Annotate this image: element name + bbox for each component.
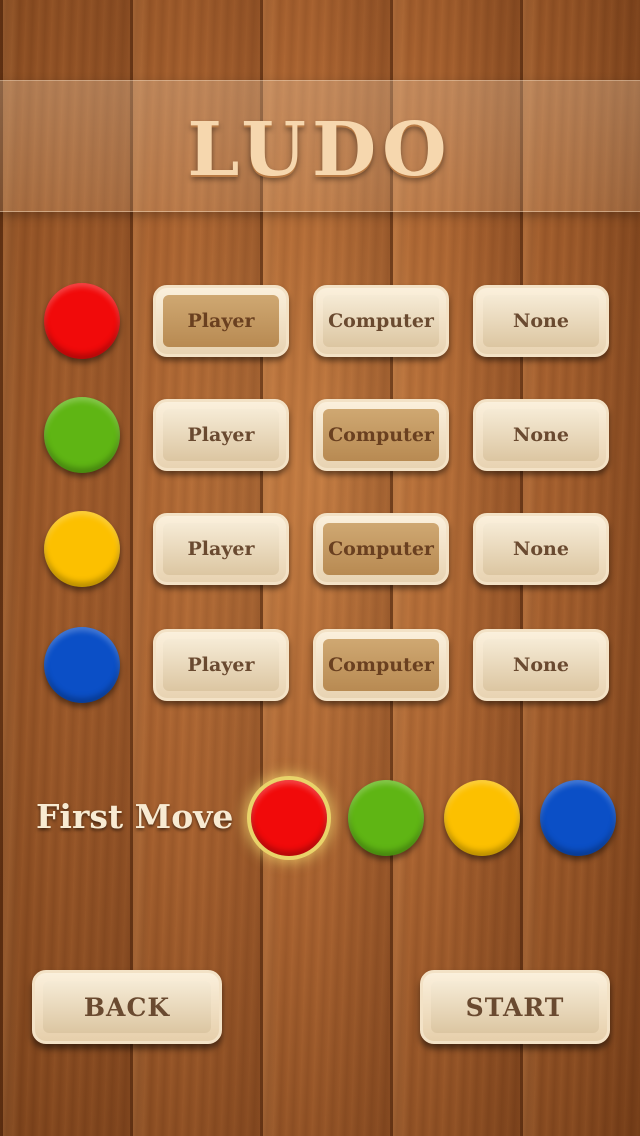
title-bar: LUDO [0, 80, 640, 212]
option-label: Player [187, 654, 255, 676]
blue-token-icon [44, 627, 120, 703]
green-computer-option[interactable]: Computer [313, 399, 449, 471]
option-label: Player [187, 424, 255, 446]
first-move-green-token[interactable] [348, 780, 424, 856]
option-label: None [513, 424, 569, 446]
red-token-icon [44, 283, 120, 359]
red-none-option[interactable]: None [473, 285, 609, 357]
option-label: Computer [328, 538, 434, 560]
yellow-none-option[interactable]: None [473, 513, 609, 585]
blue-computer-option[interactable]: Computer [313, 629, 449, 701]
option-label: None [513, 654, 569, 676]
player-row-blue: Player Computer None [0, 625, 640, 705]
yellow-token-icon [44, 511, 120, 587]
back-button[interactable]: BACK [32, 970, 222, 1044]
red-computer-option[interactable]: Computer [313, 285, 449, 357]
player-row-red: Player Computer None [0, 281, 640, 361]
option-label: Player [187, 538, 255, 560]
red-player-option[interactable]: Player [153, 285, 289, 357]
back-button-label: BACK [83, 992, 171, 1022]
first-move-blue-token[interactable] [540, 780, 616, 856]
option-label: Computer [328, 654, 434, 676]
blue-player-option[interactable]: Player [153, 629, 289, 701]
first-move-label: First Move [36, 797, 234, 836]
option-label: None [513, 310, 569, 332]
option-label: Player [187, 310, 255, 332]
first-move-yellow-token[interactable] [444, 780, 520, 856]
first-move-red-token[interactable] [251, 780, 327, 856]
option-label: None [513, 538, 569, 560]
yellow-player-option[interactable]: Player [153, 513, 289, 585]
player-row-green: Player Computer None [0, 395, 640, 475]
green-player-option[interactable]: Player [153, 399, 289, 471]
green-token-icon [44, 397, 120, 473]
start-button-label: START [465, 992, 565, 1022]
option-label: Computer [328, 310, 434, 332]
green-none-option[interactable]: None [473, 399, 609, 471]
option-label: Computer [328, 424, 434, 446]
start-button[interactable]: START [420, 970, 610, 1044]
game-title: LUDO [187, 107, 453, 193]
player-row-yellow: Player Computer None [0, 509, 640, 589]
yellow-computer-option[interactable]: Computer [313, 513, 449, 585]
blue-none-option[interactable]: None [473, 629, 609, 701]
